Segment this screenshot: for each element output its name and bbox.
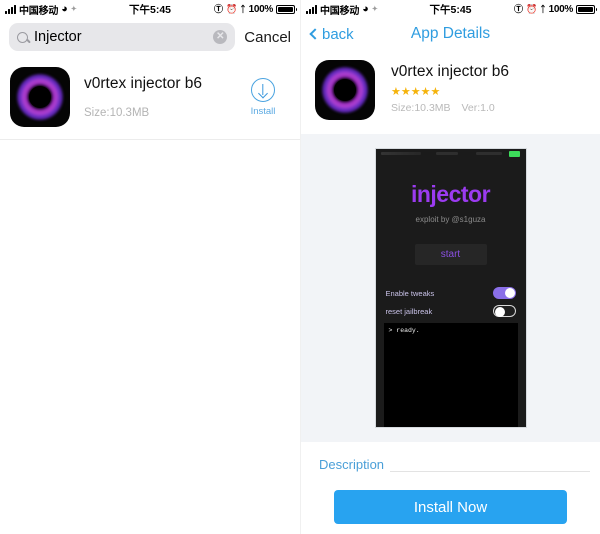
status-bar-left-group: 中国移动 ◕ ✦ [5, 2, 77, 17]
app-name-label: v0rtex injector b6 [391, 63, 510, 80]
app-name-label: v0rtex injector b6 [84, 75, 203, 92]
battery-percent-label: 100% [248, 3, 274, 15]
search-icon [17, 31, 28, 43]
preview-toggle-row: Enable tweaks [386, 287, 516, 299]
preview-toggle-label: Enable tweaks [385, 288, 435, 298]
cancel-button[interactable]: Cancel [244, 29, 291, 46]
app-detail-meta: v0rtex injector b6 ★★★★★ Size:10.3MB Ver… [391, 60, 590, 114]
wifi-icon: ◕ [362, 2, 369, 15]
preview-toggle-reset-jailbreak [492, 305, 516, 317]
back-button[interactable]: back [309, 25, 354, 43]
rotation-lock-icon: Ⓣ [213, 3, 223, 14]
preview-app-title: injector [410, 181, 491, 207]
search-input[interactable]: Injector ✕ [9, 23, 236, 51]
status-bar-left: 中国移动 ◕ ✦ 下午5:45 Ⓣ ⏰ ᛏ 100% [0, 0, 300, 18]
app-size-label: Size:10.3MB [391, 102, 451, 114]
install-button-label: Install [250, 105, 276, 117]
preview-credit-label: exploit by @s1guza [415, 215, 486, 224]
wifi-icon: ◕ [61, 2, 68, 15]
install-now-button[interactable]: Install Now [334, 490, 567, 524]
preview-battery-icon [508, 151, 520, 157]
bluetooth-icon: ᛏ [240, 3, 246, 14]
screenshot-gallery[interactable]: injector exploit by @s1guza start Enable… [301, 134, 600, 442]
rating-stars: ★★★★★ [391, 86, 441, 98]
back-button-label: back [322, 25, 354, 43]
status-bar-left-group: 中国移动 ◕ ✦ [306, 2, 378, 17]
battery-icon [276, 4, 297, 14]
app-meta-line: Size:10.3MB Ver:1.0 [391, 102, 590, 114]
preview-start-button: start [414, 244, 487, 265]
battery-icon [576, 4, 597, 14]
alarm-clock-icon: ⏰ [525, 3, 538, 14]
preview-status-bar [376, 149, 526, 159]
location-arrow-icon: ✦ [70, 6, 77, 13]
preview-toggle-row: reset jailbreak [386, 305, 516, 317]
status-bar-right-group: Ⓣ ⏰ ᛏ 100% [213, 3, 297, 15]
search-bar: Injector ✕ Cancel [0, 18, 300, 58]
search-results-panel: 中国移动 ◕ ✦ 下午5:45 Ⓣ ⏰ ᛏ 100% Injector ✕ Ca… [0, 0, 300, 534]
download-arrow-icon [251, 77, 275, 102]
preview-toggle-group: Enable tweaks reset jailbreak [376, 287, 526, 317]
battery-percent-label: 100% [548, 3, 574, 15]
preview-toggle-label: reset jailbreak [385, 306, 433, 316]
preview-toggle-enable-tweaks [492, 287, 516, 299]
alarm-clock-icon: ⏰ [225, 3, 238, 14]
preview-console-output: > ready. [383, 323, 518, 427]
search-input-value: Injector [34, 29, 82, 45]
screenshot-preview[interactable]: injector exploit by @s1guza start Enable… [374, 148, 527, 428]
navigation-bar: back App Details [301, 18, 600, 50]
signal-bars-icon [306, 4, 317, 14]
bluetooth-icon: ᛏ [540, 3, 546, 14]
status-bar-right: 中国移动 ◕ ✦ 下午5:45 Ⓣ ⏰ ᛏ 100% [301, 0, 600, 18]
vortex-app-icon [315, 60, 375, 120]
description-section: Description [301, 442, 600, 474]
carrier-label: 中国移动 [19, 5, 59, 17]
rotation-lock-icon: Ⓣ [513, 3, 523, 14]
vortex-app-icon [10, 67, 70, 127]
list-item[interactable]: v0rtex injector b6 Size:10.3MB Install [0, 58, 300, 139]
chevron-left-icon [309, 28, 321, 40]
carrier-label: 中国移动 [320, 5, 360, 17]
description-label: Description [319, 457, 391, 472]
status-bar-right-group: Ⓣ ⏰ ᛏ 100% [513, 3, 597, 15]
install-button[interactable]: Install [240, 77, 286, 117]
list-item-meta: v0rtex injector b6 Size:10.3MB [84, 75, 226, 119]
app-details-panel: 中国移动 ◕ ✦ 下午5:45 Ⓣ ⏰ ᛏ 100% back App Deta… [300, 0, 600, 534]
location-arrow-icon: ✦ [371, 6, 378, 13]
clear-circle-icon[interactable]: ✕ [213, 30, 228, 44]
dual-phone-screenshot: 中国移动 ◕ ✦ 下午5:45 Ⓣ ⏰ ᛏ 100% Injector ✕ Ca… [0, 0, 600, 534]
app-detail-header: v0rtex injector b6 ★★★★★ Size:10.3MB Ver… [301, 50, 600, 134]
app-size-label: Size:10.3MB [84, 107, 150, 119]
empty-results-area [0, 140, 300, 534]
app-version-label: Ver:1.0 [461, 102, 495, 114]
signal-bars-icon [5, 4, 16, 14]
